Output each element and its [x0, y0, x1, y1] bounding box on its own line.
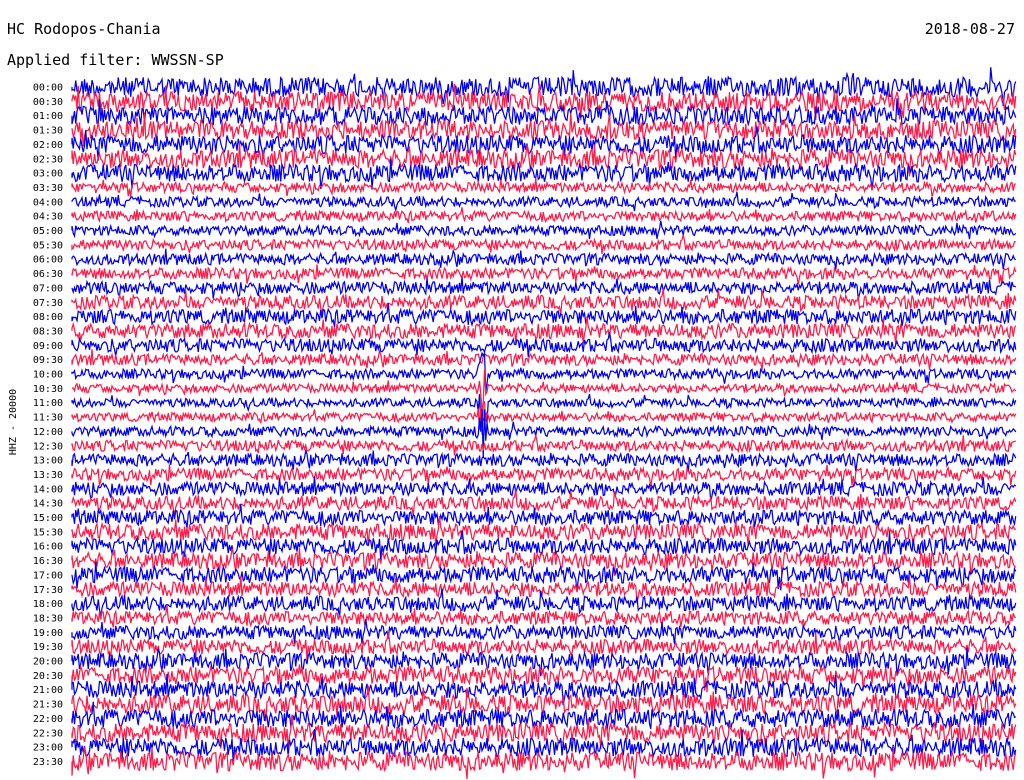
time-label-group: 00:00 00:30 01:00 01:30 02:00 02:30 03:00 03:30… — [33, 83, 63, 768]
time-tick-label: 19:00 — [33, 628, 63, 639]
time-tick-label: 05:00 — [33, 226, 63, 237]
time-tick-label: 02:00 — [33, 140, 63, 151]
time-tick-label: 04:00 — [33, 197, 63, 208]
trace-line — [71, 220, 1017, 240]
trace-line — [71, 434, 1017, 456]
time-tick-label: 22:00 — [33, 714, 63, 725]
time-tick-label: 21:00 — [33, 685, 63, 696]
time-tick-label: 13:30 — [33, 470, 63, 481]
trace-group — [71, 67, 1017, 780]
time-tick-label: 21:30 — [33, 700, 63, 711]
time-tick-label: 01:30 — [33, 126, 63, 137]
time-tick-label: 01:00 — [33, 111, 63, 122]
trace-line — [71, 504, 1017, 529]
time-tick-label: 04:30 — [33, 212, 63, 223]
time-tick-label: 22:30 — [33, 728, 63, 739]
trace-line — [71, 264, 1017, 285]
time-tick-label: 09:30 — [33, 355, 63, 366]
time-tick-label: 13:00 — [33, 456, 63, 467]
time-tick-label: 03:00 — [33, 169, 63, 180]
trace-line — [71, 476, 1017, 502]
time-tick-label: 00:00 — [33, 83, 63, 94]
trace-line — [71, 234, 1016, 255]
trace-line — [71, 248, 1017, 270]
time-tick-label: 03:30 — [33, 183, 63, 194]
time-tick-label: 08:00 — [33, 312, 63, 323]
time-tick-label: 12:30 — [33, 441, 63, 452]
time-tick-label: 16:00 — [33, 542, 63, 553]
time-tick-label: 19:30 — [33, 642, 63, 653]
helicorder-plot: 00:00 00:30 01:00 01:30 02:00 02:30 03:00 03:30… — [8, 67, 1017, 780]
time-tick-label: 08:30 — [33, 326, 63, 337]
trace-line — [71, 191, 1016, 213]
trace-line — [71, 588, 1017, 618]
time-tick-label: 10:30 — [33, 384, 63, 395]
time-tick-label: 11:00 — [33, 398, 63, 409]
time-tick-label: 18:30 — [33, 613, 63, 624]
trace-line — [71, 349, 1017, 371]
time-tick-label: 00:30 — [33, 97, 63, 108]
time-tick-label: 07:00 — [33, 283, 63, 294]
time-tick-label: 15:00 — [33, 513, 63, 524]
time-tick-label: 10:00 — [33, 370, 63, 381]
time-tick-label: 17:00 — [33, 570, 63, 581]
time-tick-label: 14:00 — [33, 484, 63, 495]
time-tick-label: 15:30 — [33, 527, 63, 538]
time-tick-label: 09:00 — [33, 341, 63, 352]
y-axis-label: HHZ - 20000 — [8, 389, 19, 455]
trace-line — [71, 746, 1017, 780]
time-tick-label: 20:00 — [33, 657, 63, 668]
trace-line — [71, 448, 1017, 472]
time-tick-label: 12:00 — [33, 427, 63, 438]
time-tick-label: 20:30 — [33, 671, 63, 682]
time-tick-label: 06:30 — [33, 269, 63, 280]
time-tick-label: 14:30 — [33, 499, 63, 510]
time-tick-label: 23:30 — [33, 757, 63, 768]
time-tick-label: 11:30 — [33, 413, 63, 424]
trace-line — [71, 207, 1017, 224]
time-tick-label: 23:00 — [33, 743, 63, 754]
time-tick-label: 16:30 — [33, 556, 63, 567]
time-tick-label: 06:00 — [33, 255, 63, 266]
time-tick-label: 02:30 — [33, 154, 63, 165]
time-tick-label: 05:30 — [33, 240, 63, 251]
time-tick-label: 07:30 — [33, 298, 63, 309]
trace-line — [71, 276, 1017, 300]
time-tick-label: 18:00 — [33, 599, 63, 610]
time-tick-label: 17:30 — [33, 585, 63, 596]
